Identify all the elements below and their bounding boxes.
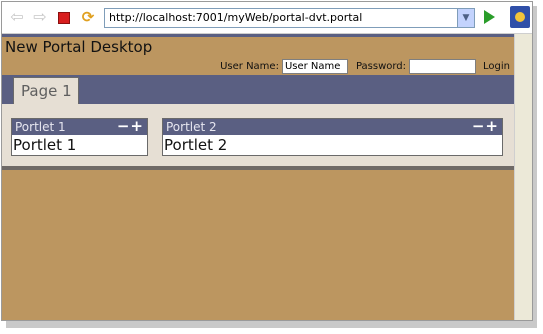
portlet-title: Portlet 1: [15, 120, 66, 134]
minimize-maximize-icon[interactable]: −+: [117, 117, 144, 135]
password-input[interactable]: [409, 58, 477, 74]
portal-page: New Portal Desktop User Name: User Name …: [2, 34, 514, 320]
portal-header: New Portal Desktop User Name: User Name …: [2, 34, 514, 75]
chevron-down-icon[interactable]: ▼: [457, 9, 474, 27]
portlet-body: Portlet 1: [13, 136, 77, 154]
browser-toolbar: ⇦ ⇨ ⟳ http://localhost:7001/myWeb/portal…: [2, 2, 532, 34]
address-url[interactable]: http://localhost:7001/myWeb/portal-dvt.p…: [109, 11, 362, 24]
go-icon[interactable]: [484, 10, 495, 24]
refresh-icon[interactable]: ⟳: [80, 9, 96, 25]
desktop-title: New Portal Desktop: [5, 38, 153, 56]
arrow-left-icon[interactable]: ⇦: [9, 9, 25, 25]
browser-logo-icon[interactable]: [510, 6, 530, 28]
minimize-maximize-icon[interactable]: −+: [472, 117, 499, 135]
page-tabs: Page 1: [2, 75, 514, 104]
portlet-titlebar: Portlet 1 −+: [12, 117, 147, 135]
vertical-scrollbar[interactable]: [514, 34, 532, 320]
password-label: Password:: [355, 60, 407, 72]
login-form: User Name: User Name Password: Login: [220, 58, 510, 74]
tab-page-1[interactable]: Page 1: [13, 77, 79, 104]
portlet-titlebar: Portlet 2 −+: [163, 117, 502, 135]
browser-window: ⇦ ⇨ ⟳ http://localhost:7001/myWeb/portal…: [1, 1, 533, 321]
portlet-1: Portlet 1 −+ Portlet 1: [11, 117, 148, 156]
login-button[interactable]: Login: [483, 61, 510, 72]
username-input[interactable]: User Name: [281, 58, 348, 74]
page-content: Portlet 1 −+ Portlet 1 Portlet 2 −+ Port…: [2, 104, 514, 166]
arrow-right-icon[interactable]: ⇨: [32, 9, 48, 25]
portlet-title: Portlet 2: [166, 120, 217, 134]
address-bar[interactable]: http://localhost:7001/myWeb/portal-dvt.p…: [104, 8, 475, 28]
portlet-2: Portlet 2 −+ Portlet 2: [162, 117, 503, 156]
username-label: User Name:: [220, 60, 279, 72]
content-divider: [2, 166, 514, 170]
stop-icon[interactable]: [58, 12, 70, 24]
portlet-body: Portlet 2: [164, 136, 228, 154]
